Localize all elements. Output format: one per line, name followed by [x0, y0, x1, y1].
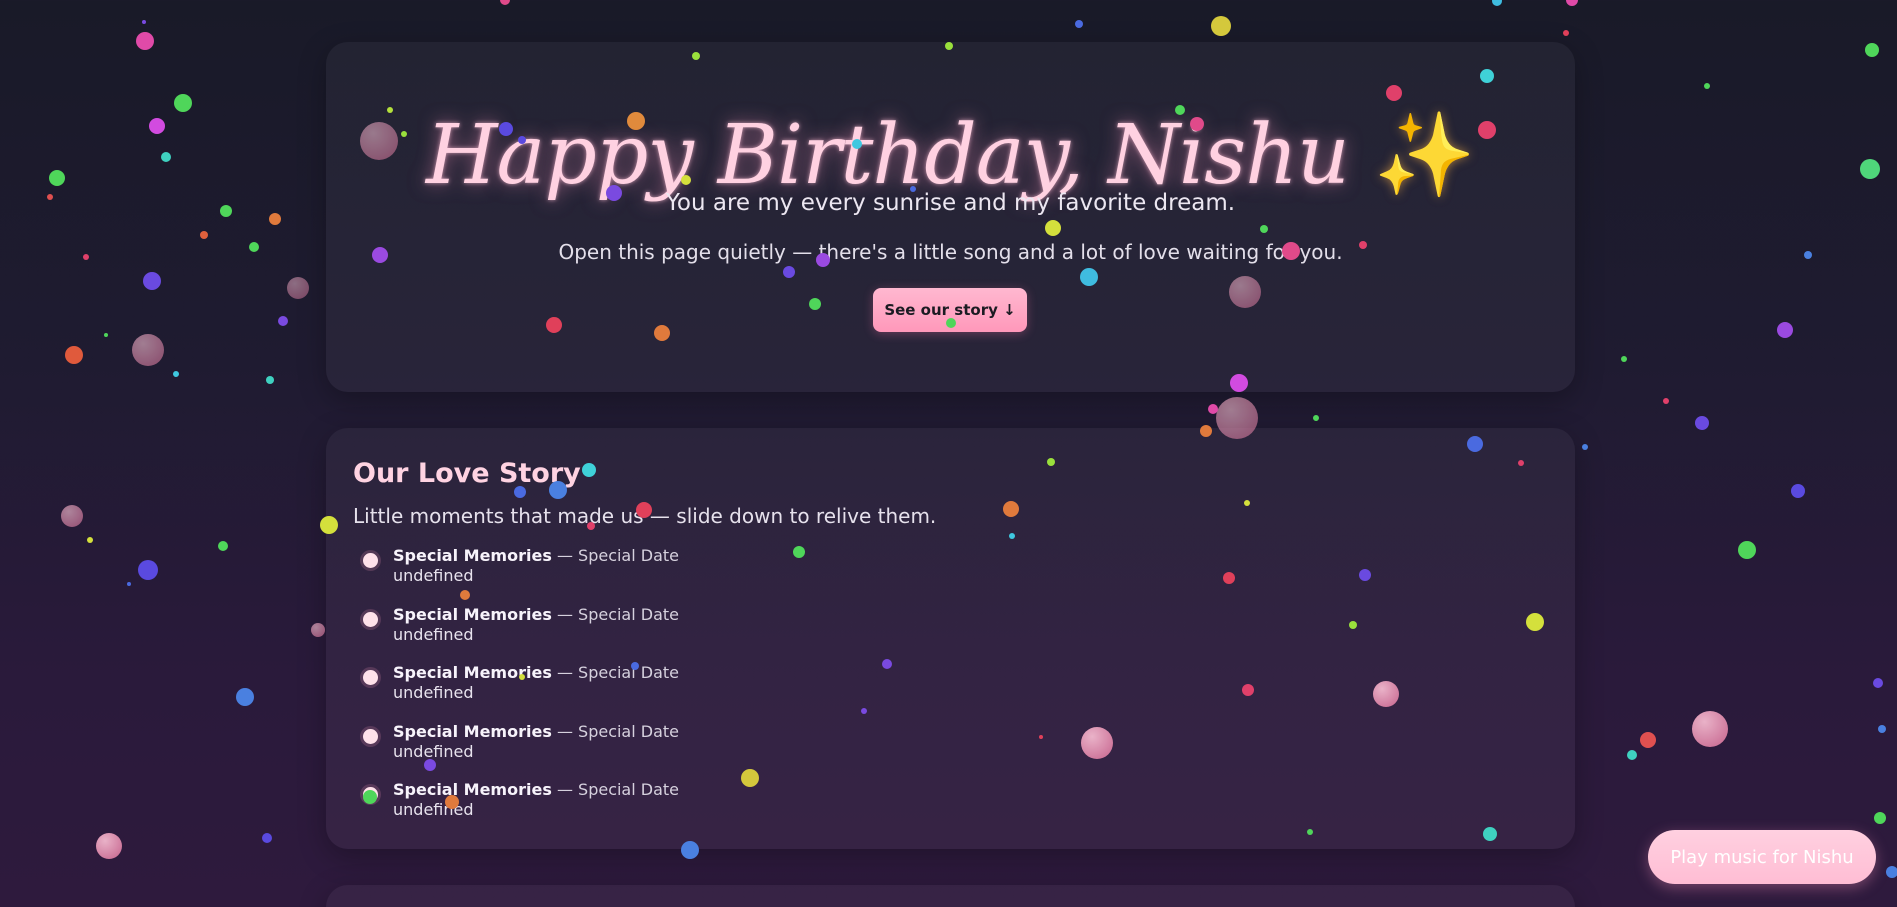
- memory-separator: —: [556, 780, 573, 799]
- confetti-dot: [138, 560, 158, 580]
- confetti-dot: [161, 152, 171, 162]
- memory-separator: —: [556, 663, 573, 682]
- memory-description: undefined: [393, 624, 474, 644]
- confetti-dot: [1738, 541, 1756, 559]
- confetti-dot: [200, 231, 208, 239]
- confetti-dot: [218, 541, 228, 551]
- confetti-dot: [1874, 812, 1886, 824]
- confetti-dot: [1627, 750, 1637, 760]
- confetti-dot: [49, 170, 65, 186]
- timeline-item: Special Memories — Special Date undefine…: [353, 546, 679, 605]
- confetti-dot: [142, 20, 146, 24]
- timeline-dot-icon: [363, 553, 378, 568]
- timeline-item: Special Memories — Special Date undefine…: [353, 605, 679, 664]
- memory-title: Special Memories: [393, 546, 552, 565]
- timeline-item: Special Memories — Special Date undefine…: [353, 722, 679, 781]
- confetti-dot: [1211, 16, 1231, 36]
- memory-description: undefined: [393, 741, 474, 761]
- confetti-dot: [65, 346, 83, 364]
- confetti-dot: [262, 833, 272, 843]
- story-title: Our Love Story: [353, 458, 581, 489]
- memory-separator: —: [556, 604, 573, 624]
- memory-date: Special Date: [578, 721, 680, 741]
- confetti-dot: [1640, 732, 1656, 748]
- balloon-icon: [311, 623, 325, 637]
- hero-subtitle: You are my every sunrise and my favorite…: [665, 190, 1236, 216]
- confetti-dot: [1075, 20, 1083, 28]
- confetti-dot: [1791, 484, 1805, 498]
- memory-timeline: Special Memories — Special Date undefine…: [353, 546, 679, 839]
- memory-title: Special Memories: [393, 780, 552, 799]
- balloon-icon: [61, 505, 83, 527]
- confetti-dot: [1563, 30, 1569, 36]
- confetti-dot: [127, 582, 131, 586]
- confetti-dot: [1777, 322, 1793, 338]
- confetti-dot: [1663, 398, 1669, 404]
- confetti-dot: [249, 242, 259, 252]
- memory-date: Special Date: [578, 780, 680, 799]
- timeline-dot-icon: [363, 787, 378, 802]
- confetti-dot: [87, 537, 93, 543]
- memory-description: undefined: [393, 800, 474, 819]
- memory-title: Special Memories: [393, 663, 552, 682]
- love-story-card: Our Love Story Little moments that made …: [326, 428, 1575, 849]
- timeline-dot-icon: [363, 670, 378, 685]
- balloon-icon: [287, 277, 309, 299]
- confetti-dot: [174, 94, 192, 112]
- next-section-card: [326, 885, 1575, 907]
- memory-title: Special Memories: [393, 604, 552, 624]
- confetti-dot: [1873, 678, 1883, 688]
- timeline-dot-icon: [363, 728, 378, 744]
- balloon-icon: [96, 833, 122, 859]
- hero-card: Happy Birthday, Nishu ✨ You are my every…: [326, 42, 1575, 392]
- confetti-dot: [136, 32, 154, 50]
- confetti-dot: [104, 333, 108, 337]
- story-subtitle: Little moments that made us — slide down…: [353, 504, 937, 528]
- timeline-dot-icon: [363, 611, 378, 627]
- confetti-dot: [1566, 0, 1578, 6]
- memory-separator: —: [556, 721, 573, 741]
- confetti-dot: [269, 213, 281, 225]
- confetti-dot: [1582, 444, 1588, 450]
- confetti-dot: [173, 371, 179, 377]
- memory-description: undefined: [393, 683, 474, 702]
- confetti-dot: [47, 194, 53, 200]
- confetti-dot: [83, 254, 89, 260]
- play-music-button[interactable]: Play music for Nishu: [1648, 830, 1876, 884]
- confetti-dot: [1878, 725, 1886, 733]
- see-our-story-button[interactable]: See our story ↓: [873, 288, 1027, 332]
- timeline-item: Special Memories — Special Date undefine…: [353, 663, 679, 722]
- confetti-dot: [1621, 356, 1627, 362]
- memory-date: Special Date: [578, 663, 680, 682]
- memory-title: Special Memories: [393, 721, 552, 741]
- hero-title-text: Happy Birthday, Nishu: [425, 108, 1350, 203]
- confetti-dot: [1313, 415, 1319, 421]
- balloon-icon: [1692, 711, 1728, 747]
- confetti-dot: [1860, 159, 1880, 179]
- confetti-dot: [1886, 866, 1897, 878]
- confetti-dot: [149, 118, 165, 134]
- confetti-dot: [236, 688, 254, 706]
- confetti-dot: [266, 376, 274, 384]
- hero-note: Open this page quietly — there's a littl…: [558, 240, 1343, 264]
- confetti-dot: [143, 272, 161, 290]
- confetti-dot: [500, 0, 510, 5]
- confetti-dot: [1695, 416, 1709, 430]
- confetti-dot: [1492, 0, 1502, 6]
- confetti-dot: [1865, 43, 1879, 57]
- confetti-dot: [1804, 251, 1812, 259]
- confetti-dot: [1208, 404, 1218, 414]
- sparkles-icon: ✨: [1373, 108, 1476, 203]
- confetti-dot: [1704, 83, 1710, 89]
- timeline-item: Special Memories — Special Date undefine…: [353, 780, 679, 839]
- memory-description: undefined: [393, 566, 474, 585]
- confetti-dot: [278, 316, 288, 326]
- memory-date: Special Date: [578, 604, 680, 624]
- memory-date: Special Date: [578, 546, 680, 565]
- memory-separator: —: [556, 546, 573, 565]
- balloon-icon: [132, 334, 164, 366]
- confetti-dot: [220, 205, 232, 217]
